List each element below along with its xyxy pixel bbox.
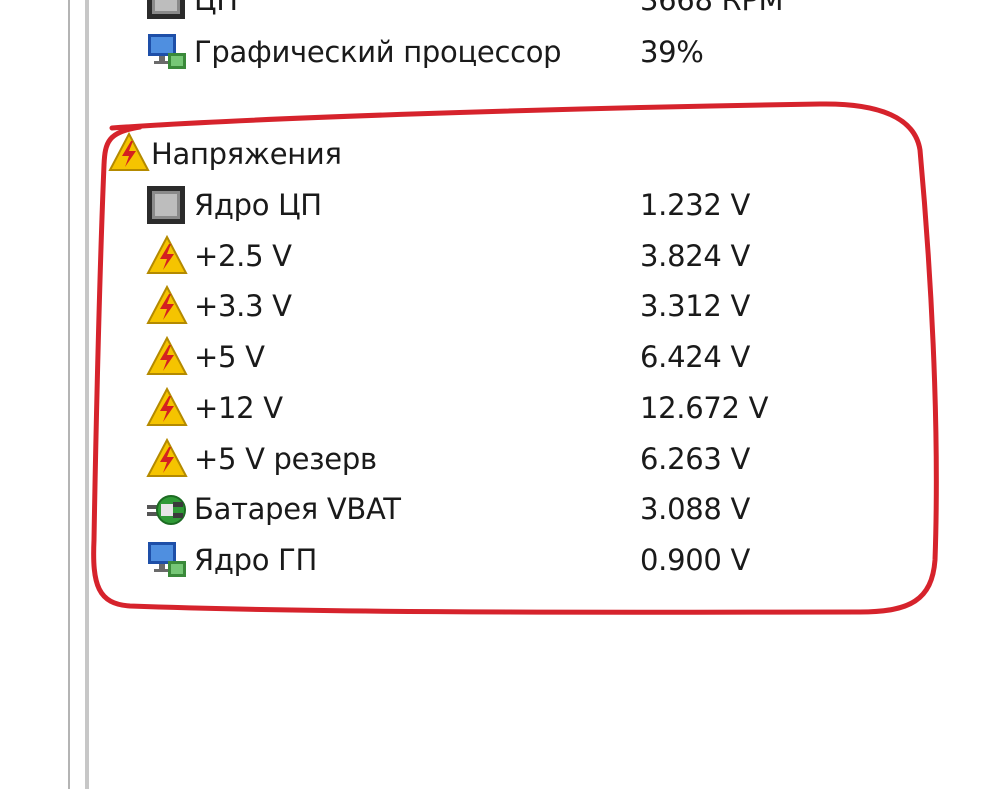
sensor-value: 0.900 V (640, 543, 750, 577)
sensor-value: 3.824 V (640, 239, 750, 273)
cpu-chip-icon (147, 186, 185, 224)
sensor-label: Графический процессор (194, 35, 562, 69)
gpu-monitor-icon (148, 34, 186, 69)
warning-voltage-icon (108, 132, 150, 171)
sensor-row-5v[interactable]: +5 V 6.424 V (0, 335, 900, 379)
sensor-label: +5 V резерв (194, 442, 377, 476)
gpu-monitor-icon (148, 542, 186, 577)
sensor-panel: ЦП 3668 RPM Графический процессор 39% На… (0, 0, 999, 789)
sensor-value: 3.088 V (640, 492, 750, 526)
warning-voltage-icon (146, 438, 188, 477)
sensor-row-12v[interactable]: +12 V 12.672 V (0, 386, 900, 430)
sensor-row-gpu-usage[interactable]: Графический процессор 39% (0, 30, 900, 74)
warning-voltage-icon (146, 336, 188, 375)
sensor-row-vbat[interactable]: Батарея VBAT 3.088 V (0, 487, 900, 531)
sensor-row-cpu-core[interactable]: Ядро ЦП 1.232 V (0, 183, 900, 227)
group-label: Напряжения (151, 137, 342, 171)
warning-voltage-icon (146, 235, 188, 274)
sensor-row-3-3v[interactable]: +3.3 V 3.312 V (0, 284, 900, 328)
sensor-label: +2.5 V (194, 239, 292, 273)
cpu-chip-icon (147, 0, 185, 19)
sensor-label: +12 V (194, 391, 283, 425)
sensor-label: Батарея VBAT (194, 492, 401, 526)
sensor-label: Ядро ЦП (194, 188, 322, 222)
warning-voltage-icon (146, 285, 188, 324)
sensor-row-5v-standby[interactable]: +5 V резерв 6.263 V (0, 437, 900, 481)
sensor-value: 6.263 V (640, 442, 750, 476)
sensor-row-cpu-fan[interactable]: ЦП 3668 RPM (0, 0, 900, 22)
sensor-value: 3668 RPM (640, 0, 784, 17)
sensor-row-gpu-core[interactable]: Ядро ГП 0.900 V (0, 538, 900, 582)
battery-plug-icon (147, 495, 186, 525)
warning-voltage-icon (146, 387, 188, 426)
sensor-label: +5 V (194, 340, 265, 374)
group-header-voltages[interactable]: Напряжения (0, 132, 900, 176)
sensor-row-2-5v[interactable]: +2.5 V 3.824 V (0, 234, 900, 278)
sensor-value: 39% (640, 35, 704, 69)
sensor-label: ЦП (194, 0, 238, 17)
sensor-value: 6.424 V (640, 340, 750, 374)
sensor-label: +3.3 V (194, 289, 292, 323)
sensor-label: Ядро ГП (194, 543, 317, 577)
sensor-value: 1.232 V (640, 188, 750, 222)
sensor-value: 3.312 V (640, 289, 750, 323)
sensor-value: 12.672 V (640, 391, 769, 425)
